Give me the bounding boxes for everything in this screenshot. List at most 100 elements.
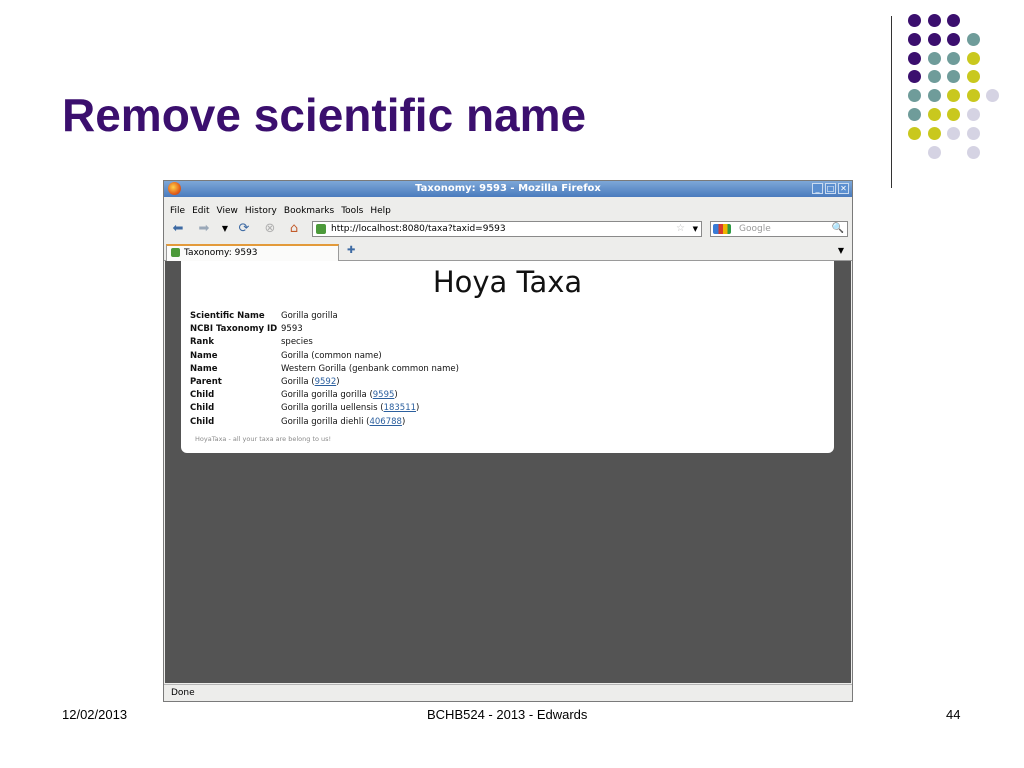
table-row: Rank species (190, 336, 459, 349)
search-icon[interactable]: 🔍 (832, 223, 844, 234)
row-value-suffix: ) (416, 403, 420, 414)
decorative-dot (966, 145, 980, 159)
row-key: NCBI Taxonomy ID (190, 324, 278, 335)
plus-icon[interactable]: ✚ (347, 245, 355, 256)
row-key: Child (190, 416, 215, 427)
decorative-dot (927, 70, 941, 84)
window-title: Taxonomy: 9593 - Mozilla Firefox (415, 183, 601, 194)
url-dropdown-icon[interactable]: ▼ (693, 225, 698, 233)
taxid-link[interactable]: 9592 (315, 377, 337, 387)
row-key: Name (190, 350, 218, 361)
decorative-dot (947, 51, 960, 65)
forward-arrow-icon[interactable]: ➡ (195, 220, 213, 238)
row-key: Child (190, 390, 215, 401)
menu-item-bookmarks[interactable]: Bookmarks (284, 206, 334, 216)
decorative-dot (947, 32, 960, 46)
decorative-dot (947, 14, 960, 27)
row-key: Scientific Name (190, 311, 265, 321)
menu-item-help[interactable]: Help (370, 206, 391, 216)
tab-label: Taxonomy: 9593 (184, 248, 258, 258)
decorative-dot (986, 89, 999, 103)
decorative-dot (966, 32, 980, 46)
decorative-dot-grid (908, 14, 1018, 164)
search-placeholder[interactable]: Google (739, 224, 771, 234)
row-value-suffix: ) (394, 390, 398, 401)
row-value-text: Gorilla (common name) (281, 350, 382, 361)
menu-item-history[interactable]: History (245, 206, 277, 216)
decorative-dot (908, 126, 921, 140)
taxonomy-table: Scientific Name Gorilla gorilla NCBI Taxon… (190, 310, 459, 429)
taxa-card: Hoya Taxa Scientific Name Gorilla gorilla… (181, 261, 834, 453)
home-icon[interactable]: ⌂ (285, 220, 303, 238)
row-key: Rank (190, 337, 214, 348)
row-value-text: Gorilla gorilla (281, 311, 338, 321)
row-value-suffix: ) (401, 416, 406, 427)
menu-item-edit[interactable]: Edit (192, 206, 209, 216)
decorative-dot (927, 32, 941, 46)
row-value: Gorilla gorilla diehli (406788) (281, 416, 459, 429)
decorative-dot (908, 51, 921, 65)
decorative-dot (908, 70, 921, 84)
row-value: species (281, 336, 459, 349)
maximize-button[interactable]: □ (825, 183, 836, 194)
table-row: Child Gorilla gorilla uellensis (183511) (190, 402, 459, 415)
row-value: Gorilla (9592) (281, 376, 459, 389)
row-value-text: 9593 (281, 324, 303, 335)
taxid-link[interactable]: 183511 (384, 403, 416, 413)
row-value-text: Western Gorilla (genbank common name) (281, 363, 459, 374)
decorative-dot (927, 14, 941, 27)
taxid-link[interactable]: 9595 (373, 390, 395, 400)
decorative-dot (927, 89, 941, 103)
close-button[interactable]: ✕ (838, 183, 849, 194)
site-favicon-icon (316, 224, 326, 234)
star-icon[interactable]: ☆ (676, 223, 685, 234)
url-text[interactable]: http://localhost:8080/taxa?taxid=9593 (331, 224, 506, 234)
window-titlebar[interactable]: Taxonomy: 9593 - Mozilla Firefox _ □ ✕ (164, 181, 852, 197)
table-row: Scientific Name Gorilla gorilla (190, 310, 459, 323)
row-value: Gorilla gorilla uellensis (183511) (281, 402, 459, 415)
row-value-text: Gorilla gorilla gorilla ( (281, 390, 373, 401)
decorative-dot (908, 32, 921, 46)
stop-icon[interactable]: ⊗ (261, 220, 279, 238)
table-row: Name Gorilla (common name) (190, 350, 459, 363)
chevron-down-icon[interactable]: ▼ (216, 220, 234, 238)
tab-strip: Taxonomy: 9593 ✚ ▼ (164, 243, 852, 261)
decorative-dot (947, 108, 960, 121)
search-engine-icon[interactable] (713, 224, 731, 234)
reload-icon[interactable]: ⟳ (235, 220, 253, 238)
taxid-link[interactable]: 406788 (369, 417, 401, 427)
url-bar[interactable]: http://localhost:8080/taxa?taxid=9593 ☆ … (312, 221, 702, 237)
tab-taxonomy[interactable]: Taxonomy: 9593 (166, 244, 339, 261)
minimize-button[interactable]: _ (812, 183, 823, 194)
decorative-dot (908, 14, 921, 27)
menu-item-file[interactable]: File (170, 206, 185, 216)
tab-favicon-icon (171, 248, 180, 257)
table-row: NCBI Taxonomy ID 9593 (190, 323, 459, 336)
footer-date: 12/02/2013 (62, 707, 128, 722)
table-row: Child Gorilla gorilla gorilla (9595) (190, 389, 459, 402)
table-row: Child Gorilla gorilla diehli (406788) (190, 416, 459, 429)
menu-item-view[interactable]: View (217, 206, 238, 216)
decorative-dot (947, 126, 960, 140)
navigation-toolbar: ⬅ ➡ ▼ ⟳ ⊗ ⌂ http://localhost:8080/taxa?t… (164, 216, 852, 242)
firefox-window: Taxonomy: 9593 - Mozilla Firefox _ □ ✕ F… (163, 180, 853, 702)
row-key: Parent (190, 377, 222, 388)
page-content: Hoya Taxa Scientific Name Gorilla gorilla… (165, 261, 851, 683)
menu-bar: File Edit View History Bookmarks Tools Help (164, 198, 852, 216)
row-value: Western Gorilla (genbank common name) (281, 363, 459, 376)
decorative-dot (927, 126, 941, 140)
decorative-dot (966, 108, 980, 121)
footer-page-number: 44 (946, 707, 961, 722)
row-value: Gorilla gorilla gorilla (9595) (281, 389, 459, 402)
tab-list-dropdown-icon[interactable]: ▼ (838, 246, 844, 255)
back-arrow-icon[interactable]: ⬅ (169, 220, 187, 238)
search-box[interactable]: Google 🔍 (710, 221, 848, 237)
row-value: Gorilla gorilla (281, 310, 459, 323)
decorative-dot (927, 108, 941, 121)
decorative-dot (947, 89, 960, 103)
decorative-dot (966, 51, 980, 65)
row-value-text: Gorilla gorilla diehli ( (281, 416, 370, 427)
menu-item-tools[interactable]: Tools (341, 206, 363, 216)
decorative-dot (908, 108, 921, 121)
table-row: Name Western Gorilla (genbank common name… (190, 363, 459, 376)
